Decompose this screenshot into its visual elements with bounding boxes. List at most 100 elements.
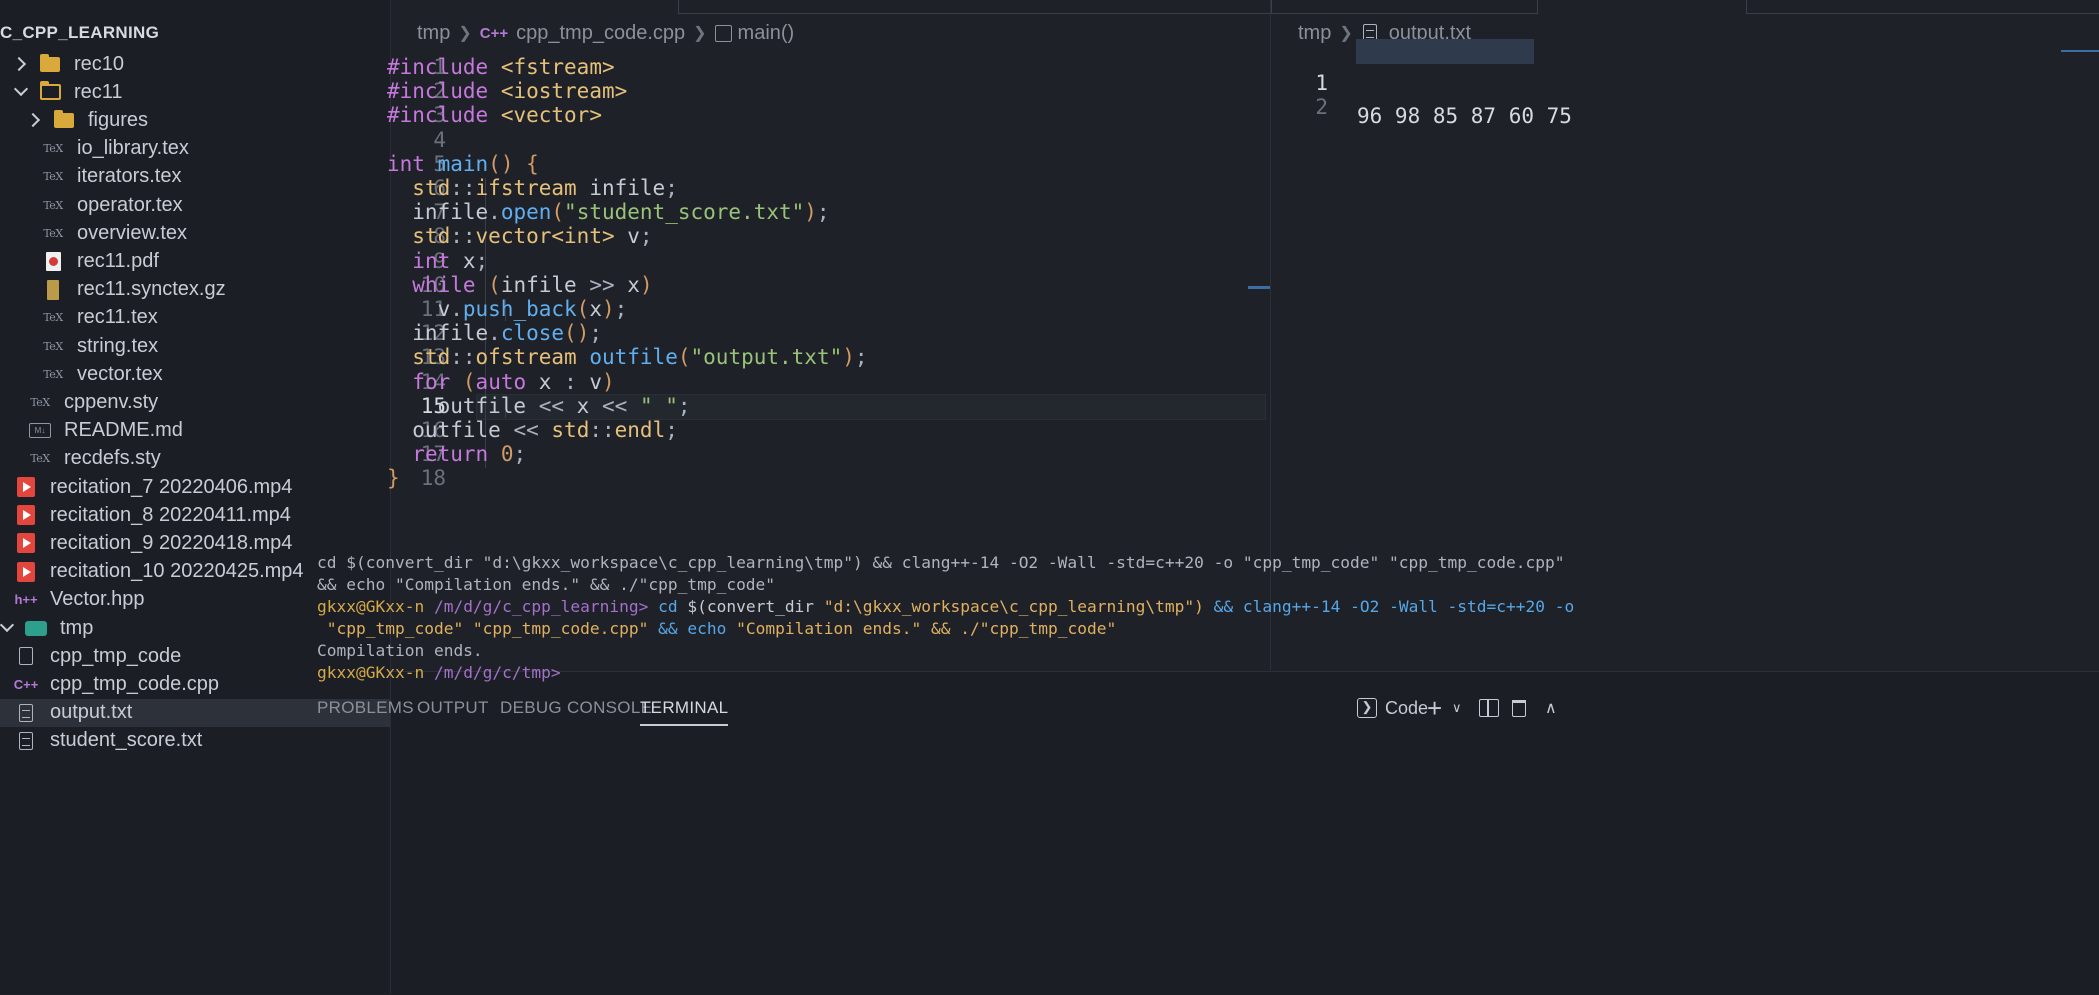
- terminal-line: "cpp_tmp_code" "cpp_tmp_code.cpp" && ech…: [317, 618, 1116, 640]
- cmd-arg: "d:\gkxx_workspace\c_cpp_learning\tmp"): [823, 597, 1204, 616]
- tree-item[interactable]: recitation_7 20220406.mp4: [0, 473, 390, 501]
- output-text[interactable]: 96 98 85 87 60 75: [1357, 100, 1572, 132]
- breadcrumb-file[interactable]: cpp_tmp_code.cpp: [516, 22, 685, 45]
- tree-item-label: cppenv.sty: [64, 390, 159, 413]
- terminal-profile-button[interactable]: ❯ Code: [1357, 692, 1428, 724]
- new-terminal-button[interactable]: +: [1427, 692, 1442, 724]
- chevron-right-icon[interactable]: [28, 113, 42, 127]
- prompt-user: gkxx@GKxx-n: [317, 597, 425, 616]
- breadcrumb-tmp[interactable]: tmp: [417, 22, 450, 45]
- tex-file-icon: TeX: [30, 452, 50, 466]
- tree-item-label: cpp_tmp_code: [50, 644, 182, 667]
- tree-item-label: recitation_9 20220418.mp4: [50, 531, 293, 554]
- tree-item-label: operator.tex: [77, 193, 183, 216]
- tex-file-icon: TeX: [43, 170, 63, 184]
- markdown-file-icon: M↓: [28, 423, 52, 439]
- tree-item[interactable]: rec11.synctex.gz: [0, 276, 390, 304]
- chevron-down-icon[interactable]: [14, 85, 28, 99]
- tree-item[interactable]: TeX cppenv.sty: [0, 388, 390, 416]
- tex-file-icon: TeX: [43, 367, 63, 381]
- tex-file-icon: TeX: [43, 311, 63, 325]
- archive-file-icon: [41, 279, 65, 300]
- tree-item-label: student_score.txt: [50, 729, 203, 752]
- chevron-down-icon[interactable]: [0, 621, 14, 635]
- tab-debug-console[interactable]: DEBUG CONSOLE: [500, 692, 652, 724]
- tree-item-label: recitation_10 20220425.mp4: [50, 560, 304, 583]
- tex-file-icon: TeX: [43, 142, 63, 156]
- code-text: }: [387, 466, 400, 491]
- scrollbar-marker: [1248, 286, 1270, 289]
- pdf-file-icon: [41, 251, 65, 271]
- tree-item-label: recdefs.sty: [64, 447, 161, 470]
- terminal-icon: ❯: [1357, 698, 1377, 718]
- prompt-user: gkxx@GKxx-n: [317, 663, 425, 682]
- chevron-right-icon: ❯: [458, 25, 472, 42]
- tree-item-label: figures: [88, 108, 149, 131]
- tree-item[interactable]: TeX vector.tex: [0, 360, 390, 388]
- tab-output[interactable]: OUTPUT: [417, 692, 489, 724]
- prompt-path: /m/d/g/c_cpp_learning>: [433, 597, 649, 616]
- terminal-line: cd $(convert_dir "d:\gkxx_workspace\c_cp…: [317, 553, 1565, 572]
- cmd-cd: cd: [658, 597, 678, 616]
- tree-item[interactable]: rec11.pdf: [0, 247, 390, 275]
- kill-terminal-button[interactable]: [1512, 692, 1526, 724]
- output-line-2: 2: [1271, 59, 1328, 119]
- tree-item-label: output.txt: [50, 701, 133, 724]
- terminal-line: && echo "Compilation ends." && ./"cpp_tm…: [317, 575, 776, 594]
- hpp-file-icon: h++: [14, 592, 38, 608]
- tex-file-icon: TeX: [30, 395, 50, 409]
- split-terminal-button[interactable]: [1479, 692, 1499, 724]
- tex-file-icon: TeX: [43, 339, 63, 353]
- method-cube-icon: [714, 24, 732, 42]
- tree-item-label: rec10: [74, 52, 125, 75]
- explorer-sidebar: C_CPP_LEARNING rec10 rec11 figures TeX io_li…: [0, 0, 391, 994]
- folder-icon: [52, 109, 76, 128]
- tab-terminal[interactable]: TERMINAL: [640, 692, 729, 726]
- tree-item-label: tmp: [60, 616, 94, 639]
- terminal-prompt-line: gkxx@GKxx-n /m/d/g/c_cpp_learning> cd $(…: [317, 596, 1574, 618]
- tab-problems[interactable]: PROBLEMS: [317, 692, 414, 724]
- video-file-icon: [14, 477, 38, 497]
- tree-item-label: rec11: [74, 80, 123, 103]
- tree-item[interactable]: TeX overview.tex: [0, 219, 390, 247]
- tree-item[interactable]: TeX rec11.tex: [0, 304, 390, 332]
- workspace-root-label[interactable]: C_CPP_LEARNING: [0, 20, 159, 46]
- tree-item[interactable]: rec10: [0, 50, 390, 78]
- tree-item-label: rec11.synctex.gz: [77, 278, 226, 301]
- trash-icon: [1512, 699, 1526, 717]
- tex-file-icon: TeX: [43, 226, 63, 240]
- tree-item[interactable]: M↓ README.md: [0, 417, 390, 445]
- tree-item[interactable]: TeX operator.tex: [0, 191, 390, 219]
- editor-tab-bar-edge: [1746, 0, 2099, 14]
- tree-item[interactable]: rec11: [0, 78, 390, 106]
- cmd-echo: && echo: [658, 619, 727, 638]
- tree-item[interactable]: recitation_8 20220411.mp4: [0, 501, 390, 529]
- cmd-echo-arg: "Compilation ends.": [736, 619, 922, 638]
- cmd-run: && ./"cpp_tmp_code": [931, 619, 1117, 638]
- video-file-icon: [14, 505, 38, 526]
- editor-tab-bar-edge: [1271, 0, 1538, 14]
- tree-item[interactable]: TeX io_library.tex: [0, 135, 390, 163]
- cpp-file-icon: C++: [13, 676, 39, 692]
- tree-item[interactable]: TeX string.tex: [0, 332, 390, 360]
- tree-item-label: rec11.pdf: [77, 249, 159, 272]
- breadcrumb-symbol[interactable]: main(): [738, 22, 795, 45]
- chevron-right-icon: ❯: [1339, 25, 1353, 42]
- tree-item[interactable]: TeX recdefs.sty: [0, 445, 390, 473]
- tree-item[interactable]: TeX iterators.tex: [0, 163, 390, 191]
- chevron-down-icon[interactable]: ∨: [1452, 692, 1462, 724]
- breadcrumb: tmp ❯ C++ cpp_tmp_code.cpp ❯ main(): [417, 18, 794, 48]
- tree-item[interactable]: student_score.txt: [0, 727, 390, 755]
- terminal-prompt-line: gkxx@GKxx-n /m/d/g/c/tmp>: [317, 662, 561, 684]
- prompt-path: /m/d/g/c/tmp>: [433, 663, 561, 682]
- selection-highlight: [1356, 39, 1534, 64]
- video-file-icon: [14, 533, 38, 554]
- tree-item-label: rec11.tex: [77, 306, 158, 329]
- tree-item[interactable]: figures: [0, 106, 390, 134]
- plus-icon: +: [1427, 692, 1443, 723]
- chevron-right-icon: ❯: [693, 25, 707, 42]
- text-file-icon: [14, 703, 38, 722]
- chevron-right-icon[interactable]: [14, 57, 28, 71]
- maximize-panel-button[interactable]: ∧: [1545, 692, 1557, 724]
- terminal-profile-label: Code: [1385, 697, 1429, 718]
